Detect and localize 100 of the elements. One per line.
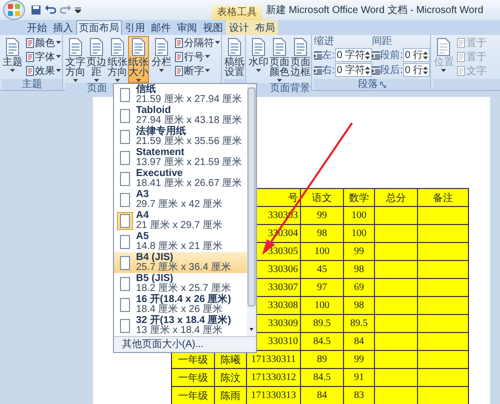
group-label: 页面背景 — [270, 83, 310, 94]
table-cell: 陈汶 — [214, 368, 246, 386]
menu-item[interactable]: 其他页面大小(A)... — [114, 336, 256, 352]
caret-icon — [256, 69, 261, 72]
ribbon-button[interactable]: 断字 — [174, 64, 221, 77]
document-icon — [457, 38, 466, 48]
caret-icon[interactable] — [75, 7, 81, 13]
table-cell: 84.5 — [300, 368, 344, 386]
table-cell: 89.5 — [344, 314, 374, 332]
document-icon — [273, 38, 286, 56]
field-label: 段前: — [380, 49, 403, 62]
document-icon — [457, 66, 466, 76]
ribbon-button[interactable]: 页边距 — [86, 36, 107, 83]
save-icon[interactable] — [31, 5, 41, 15]
ribbon-button[interactable]: 纸张方向 — [107, 36, 128, 83]
spin-field[interactable]: 0 行 — [402, 63, 430, 77]
table-cell: 89 — [300, 350, 344, 368]
menu-item[interactable]: A4 21 厘米 x 29.7 厘米 — [114, 210, 247, 231]
ribbon-tab[interactable]: 引用 — [122, 20, 148, 35]
redo-icon[interactable] — [60, 5, 71, 15]
caret-icon — [215, 41, 220, 44]
document-icon — [294, 38, 307, 56]
ribbon-button[interactable]: 水印 — [248, 36, 269, 73]
caret-icon — [56, 41, 61, 44]
document-icon — [175, 66, 183, 76]
field-label: 右: — [322, 64, 335, 77]
menu-item[interactable]: B4 (JIS) 25.7 厘米 x 36.4 厘米 — [114, 252, 247, 273]
ribbon-button[interactable]: 颜色 — [25, 36, 62, 49]
spin-field[interactable]: 0 字符 — [334, 63, 372, 77]
document-icon — [252, 38, 265, 56]
spin-field[interactable]: 0 行 — [402, 48, 430, 62]
ribbon-tab[interactable]: 邮件 — [148, 20, 174, 35]
spinner-icon[interactable] — [365, 50, 370, 60]
column-header: 备注 — [418, 188, 468, 206]
ribbon-tab[interactable]: 开始 — [24, 20, 50, 35]
menu-item[interactable]: A5 14.8 厘米 x 21 厘米 — [114, 231, 247, 252]
undo-icon[interactable] — [45, 5, 56, 15]
menu-item[interactable]: B5 (JIS) 18.2 厘米 x 25.7 厘米 — [114, 273, 247, 294]
menu-item[interactable]: Tabloid 27.94 厘米 x 43.18 厘米 — [114, 105, 247, 126]
document-icon — [26, 38, 34, 48]
menu-item[interactable]: A3 29.7 厘米 x 42 厘米 — [114, 189, 247, 210]
ribbon-tab[interactable]: 页面布局 — [76, 20, 122, 35]
table-cell: 99 — [300, 206, 344, 224]
document-icon — [155, 38, 168, 56]
table-cell: 100 — [300, 242, 344, 260]
table-cell: 99 — [344, 350, 374, 368]
menu-item[interactable]: Statement 13.97 厘米 x 21.59 厘米 — [114, 147, 247, 168]
ribbon-button[interactable]: 文字方向 — [65, 36, 86, 83]
ribbon-button[interactable]: 分隔符 — [174, 36, 221, 49]
menu-item[interactable]: 法律专用纸 21.59 厘米 x 35.56 厘米 — [114, 126, 247, 147]
group-label: 主题 — [22, 79, 42, 90]
ribbon-button[interactable]: 纸张大小 — [128, 36, 149, 83]
table-cell: 45 — [300, 260, 344, 278]
document-icon — [69, 38, 82, 56]
menu-item[interactable]: 16 开(18.4 x 26 厘米) 18.4 厘米 x 26 厘米 — [114, 294, 247, 315]
group-label: 段落 — [358, 79, 378, 90]
table-cell: 84.5 — [300, 332, 344, 350]
table-cell: 100 — [344, 224, 374, 242]
ribbon-tab[interactable]: 布局 — [252, 20, 278, 35]
column-header: 数学 — [344, 188, 374, 206]
menu-item[interactable]: 32 开(13 x 18.4 厘米) 13 厘米 x 18.4 厘米 — [114, 315, 247, 336]
table-cell: 陈曦 — [214, 350, 246, 368]
dialog-launcher-icon[interactable] — [380, 82, 386, 88]
ribbon-button[interactable]: 主题 — [2, 36, 23, 73]
caret-icon — [159, 69, 164, 72]
ribbon-button[interactable]: 字体 — [25, 50, 62, 63]
document-icon — [111, 38, 124, 56]
ribbon-button[interactable]: 分栏 — [151, 36, 172, 73]
document-icon — [437, 38, 450, 56]
table-cell: 100 — [300, 296, 344, 314]
table-cell: 98 — [344, 296, 374, 314]
spin-field[interactable]: 0 字符 — [334, 48, 372, 62]
squares-icon — [7, 3, 21, 17]
table-cell: 89.5 — [300, 314, 344, 332]
ribbon-tab[interactable]: 审阅 — [174, 20, 200, 35]
ribbon-button[interactable]: 页面边框 — [290, 36, 311, 79]
ribbon-button[interactable]: 页面颜色 — [269, 36, 290, 83]
spinner-icon[interactable] — [423, 50, 428, 60]
caret-icon — [205, 55, 210, 58]
field-label: 段后: — [380, 64, 403, 77]
menu-item[interactable]: Executive 18.41 厘米 x 26.67 厘米 — [114, 168, 247, 189]
orb-button[interactable] — [3, 0, 25, 20]
table-cell: 一年级 — [172, 368, 214, 386]
table-cell: 171330311 — [246, 350, 300, 368]
ribbon-tab[interactable]: 插入 — [50, 20, 76, 35]
column-header: 语文 — [300, 188, 344, 206]
indent-icon — [314, 66, 322, 74]
ribbon-button[interactable]: 行号 — [174, 50, 221, 63]
caret-icon — [56, 69, 61, 72]
section-heading: 间距 — [372, 36, 394, 47]
ribbon-button[interactable]: 稿纸设置 — [224, 36, 245, 79]
spinner-icon[interactable] — [423, 66, 428, 74]
spinner-icon[interactable] — [365, 66, 370, 74]
menu-item[interactable]: 信纸 21.59 厘米 x 27.94 厘米 — [114, 84, 247, 105]
ribbon-tab[interactable]: 视图 — [200, 20, 226, 35]
table-cell: 91 — [344, 368, 374, 386]
ribbon-button[interactable]: 效果 — [25, 64, 62, 77]
ribbon-tab[interactable]: 设计 — [226, 20, 252, 35]
document-icon — [132, 38, 145, 56]
scrollbar[interactable] — [247, 84, 256, 336]
